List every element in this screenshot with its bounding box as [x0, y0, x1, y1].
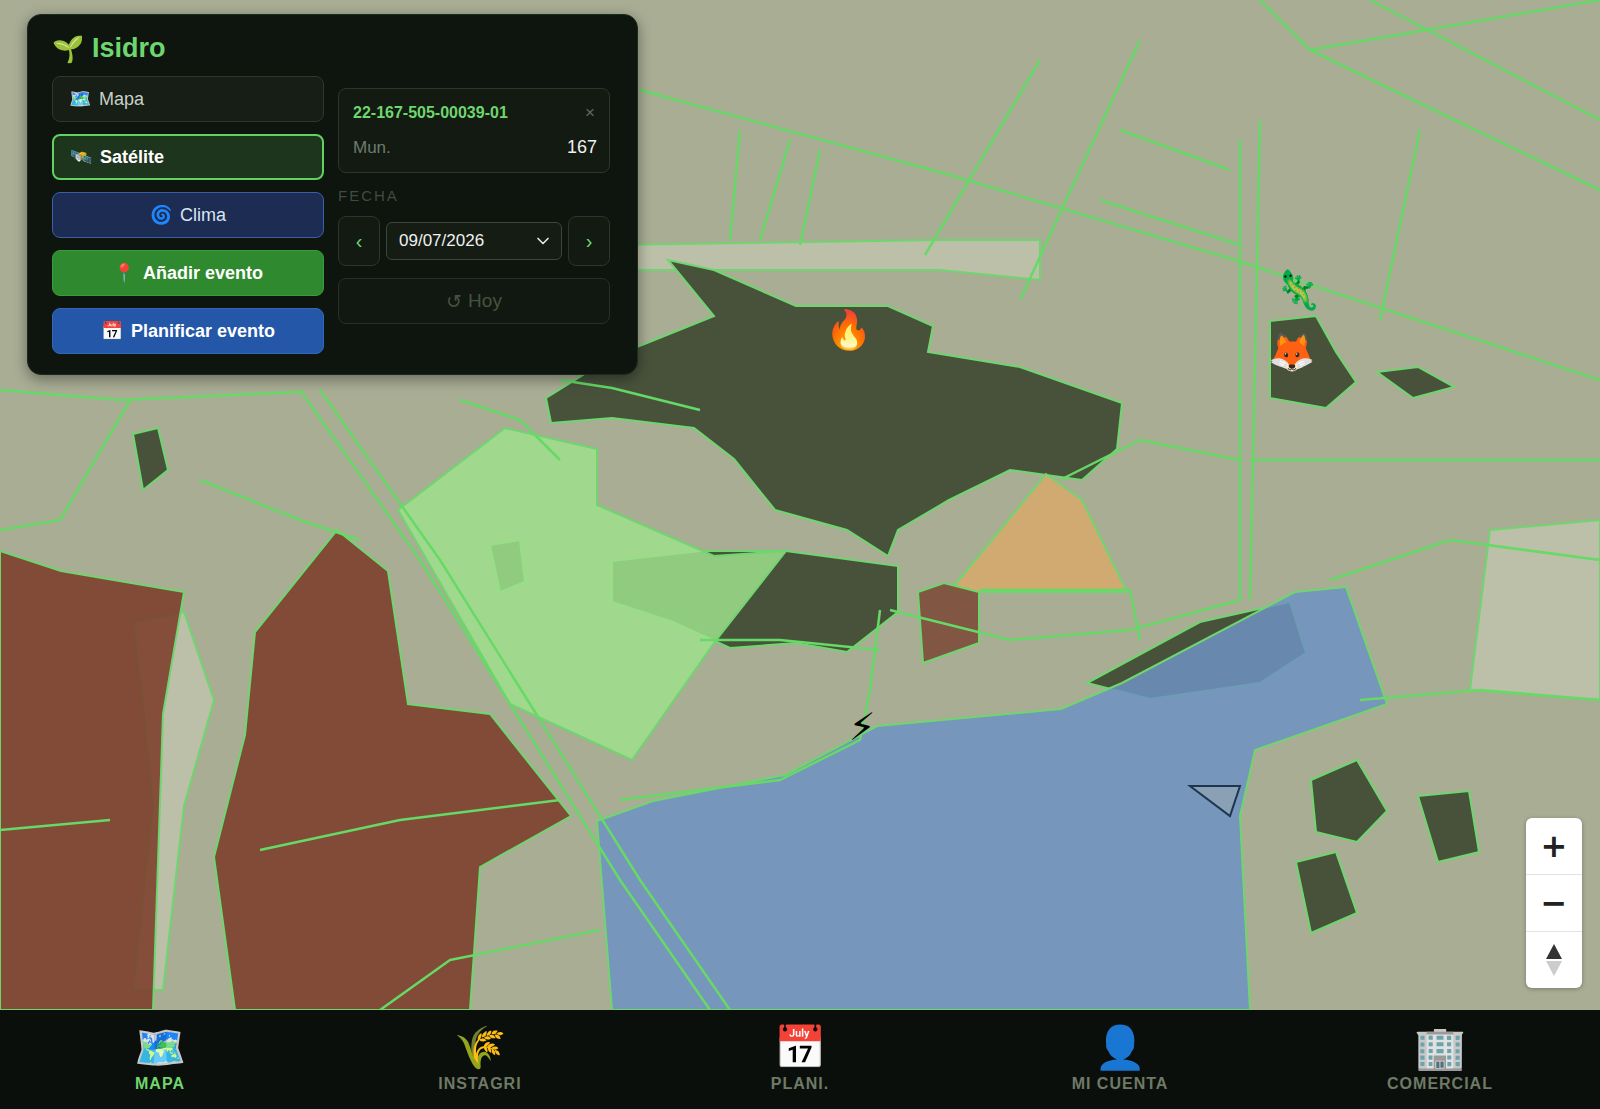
small-parcel[interactable] — [1190, 786, 1240, 816]
date-row: ‹ 09/07/2026 › — [338, 216, 610, 266]
parcel[interactable] — [918, 583, 979, 663]
today-button[interactable]: ↺Hoy — [338, 278, 610, 324]
nav-icon: 🌾 — [454, 1027, 506, 1069]
climate-button[interactable]: 🌀Clima — [52, 192, 324, 238]
compass-button[interactable] — [1526, 932, 1582, 988]
app-title: Isidro — [92, 33, 166, 64]
parcel[interactable] — [214, 530, 571, 1010]
field-value: 167 — [567, 137, 597, 158]
bottom-nav: 🗺️ MAPA 🌾 INSTAGRI 📅 PLANI. 👤 MI CUENTA 🏢 COMERCI… — [0, 1010, 1600, 1109]
zoom-out-button[interactable]: − — [1526, 875, 1582, 932]
field-label: Mun. — [353, 138, 391, 158]
map-marker[interactable]: 🦎 — [1274, 271, 1321, 309]
map-marker[interactable]: 🔥 — [825, 311, 872, 349]
layer-button[interactable]: 🗺️Mapa — [52, 76, 324, 122]
zoom-in-button[interactable]: + — [1526, 818, 1582, 875]
reset-icon: ↺ — [446, 290, 462, 313]
control-panel: 🌱 Isidro 🗺️Mapa 🛰️Satélite 🌀Clima 📍Añadir eve… — [27, 14, 638, 375]
chevron-down-icon — [533, 231, 553, 251]
nav-item[interactable]: 👤 MI CUENTA — [960, 1019, 1280, 1101]
parcel-id: 22-167-505-00039-01 — [353, 104, 508, 122]
actions-column: 🗺️Mapa 🛰️Satélite 🌀Clima 📍Añadir evento 📅Pla… — [52, 76, 324, 354]
nav-item[interactable]: 📅 PLANI. — [640, 1019, 960, 1101]
date-value: 09/07/2026 — [399, 231, 484, 251]
layer-icon: 🛰️ — [70, 148, 92, 166]
nav-label: MAPA — [135, 1075, 185, 1093]
details-column: 22-167-505-00039-01 × Mun. 167 FECHA ‹ 09/07/2… — [338, 76, 610, 354]
nav-item[interactable]: 🗺️ MAPA — [0, 1019, 320, 1101]
plan-icon: 📅 — [101, 322, 123, 340]
nav-icon: 👤 — [1094, 1027, 1146, 1069]
map[interactable]: 🔥 🦎 🦊 ⚡ 🌱 Isidro 🗺️Mapa 🛰️Satélite 🌀Clima 📍Añadir… — [0, 0, 1600, 1010]
nav-item[interactable]: 🌾 INSTAGRI — [320, 1019, 640, 1101]
app-header: 🌱 Isidro — [52, 33, 610, 64]
nav-label: INSTAGRI — [438, 1075, 521, 1093]
parcels — [0, 428, 1387, 1010]
layer-icon: 🗺️ — [69, 90, 91, 108]
add-button[interactable]: 📍Añadir evento — [52, 250, 324, 296]
field-boundaries — [0, 0, 1600, 1010]
parcel-card: 22-167-505-00039-01 × Mun. 167 — [338, 88, 610, 173]
nav-label: COMERCIAL — [1387, 1075, 1493, 1093]
previous-date-button[interactable]: ‹ — [338, 216, 380, 266]
plan-button[interactable]: 📅Planificar evento — [52, 308, 324, 354]
nav-icon: 📅 — [774, 1027, 826, 1069]
map-marker[interactable]: ⚡ — [849, 708, 876, 746]
map-marker[interactable]: 🦊 — [1268, 333, 1315, 371]
nav-item[interactable]: 🏢 COMERCIAL — [1280, 1019, 1600, 1101]
climate-icon: 🌀 — [150, 206, 172, 224]
sprout-icon: 🌱 — [52, 36, 84, 62]
add-icon: 📍 — [113, 264, 135, 282]
next-date-button[interactable]: › — [568, 216, 610, 266]
nav-label: MI CUENTA — [1072, 1075, 1169, 1093]
nav-label: PLANI. — [771, 1075, 829, 1093]
nav-icon: 🏢 — [1414, 1027, 1466, 1069]
close-button[interactable]: × — [583, 103, 597, 123]
parcel[interactable] — [597, 587, 1387, 1010]
date-label: FECHA — [338, 187, 610, 204]
layer-button[interactable]: 🛰️Satélite — [52, 134, 324, 180]
parcel[interactable] — [949, 474, 1127, 592]
app: 🔥 🦎 🦊 ⚡ 🌱 Isidro 🗺️Mapa 🛰️Satélite 🌀Clima 📍Añadir… — [0, 0, 1600, 1109]
date-select[interactable]: 09/07/2026 — [386, 222, 562, 260]
compass-icon — [1544, 943, 1564, 977]
nav-icon: 🗺️ — [134, 1027, 186, 1069]
parcel[interactable] — [0, 551, 184, 1010]
zoom-controls: +− — [1526, 818, 1582, 988]
